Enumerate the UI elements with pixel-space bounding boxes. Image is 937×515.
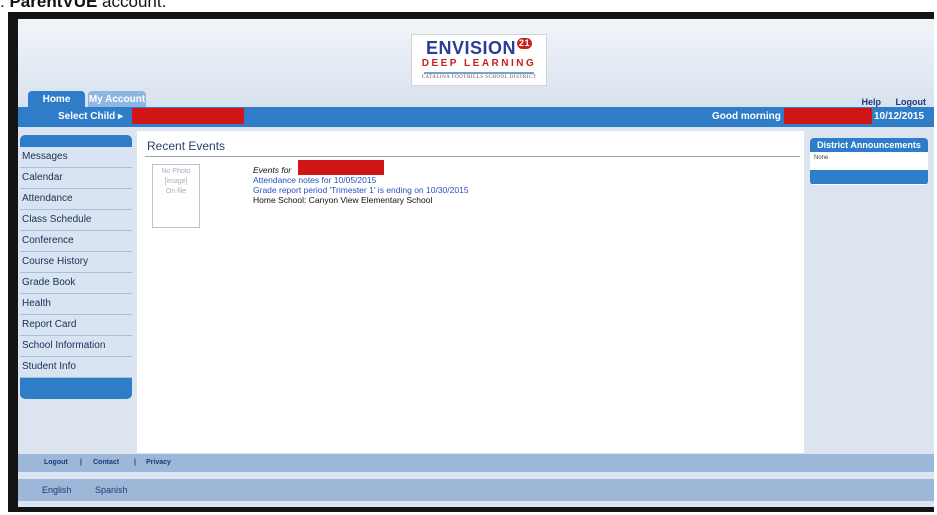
sidebar-item-school-information[interactable]: School Information	[20, 336, 132, 357]
greeting-text: Good morning	[712, 111, 781, 122]
sidebar-item-class-schedule[interactable]: Class Schedule	[20, 210, 132, 231]
recent-events-panel: Recent Events No Photo [image] On file E…	[137, 131, 804, 453]
footer-privacy-link[interactable]: Privacy	[146, 459, 171, 466]
footer-separator-2: |	[134, 459, 136, 466]
language-bar: English Spanish	[18, 479, 934, 501]
redacted-user-name	[784, 108, 872, 124]
sidebar-item-calendar[interactable]: Calendar	[20, 168, 132, 189]
event-home-school: Home School: Canyon View Elementary Scho…	[253, 195, 433, 205]
sidebar-item-student-info[interactable]: Student Info	[20, 357, 132, 378]
photo-line-1: No Photo	[161, 168, 191, 175]
sidebar-item-health[interactable]: Health	[20, 294, 132, 315]
panel-title: Recent Events	[147, 139, 226, 153]
sidebar-item-messages[interactable]: Messages	[20, 147, 132, 168]
logo-divider	[424, 72, 534, 74]
photo-line-2: [image]	[164, 178, 188, 185]
event-attendance-link[interactable]: Attendance notes for 10/05/2015	[253, 175, 469, 185]
announcements-footer	[810, 170, 928, 184]
select-child-link[interactable]: Select Child ▸	[58, 111, 123, 122]
logo-title: ENVISION	[425, 38, 516, 58]
redacted-student-name	[298, 160, 384, 175]
sidebar-list: Messages Calendar Attendance Class Sched…	[20, 147, 132, 378]
sidebar-nav: Messages Calendar Attendance Class Sched…	[20, 135, 132, 399]
footer-links: Logout | Contact | Privacy	[18, 454, 934, 472]
app-window: ENVISION 21 DEEP LEARNING CATALINA FOOTHI…	[18, 19, 934, 507]
top-links: Help Logout	[849, 97, 926, 107]
footer-separator-1: |	[80, 459, 82, 466]
announcements-title: District Announcements	[810, 138, 928, 152]
header: ENVISION 21 DEEP LEARNING CATALINA FOOTHI…	[18, 19, 934, 109]
logo-district: CATALINA FOOTHILLS SCHOOL DISTRICT	[421, 75, 537, 80]
logout-link[interactable]: Logout	[896, 97, 927, 107]
footer-contact-link[interactable]: Contact	[93, 459, 119, 466]
photo-line-3: On file	[165, 188, 187, 195]
sidebar-item-attendance[interactable]: Attendance	[20, 189, 132, 210]
student-photo-placeholder: No Photo [image] On file	[152, 164, 200, 228]
sidebar-item-report-card[interactable]: Report Card	[20, 315, 132, 336]
event-grade-report-link[interactable]: Grade report period 'Trimester 1' is end…	[253, 185, 469, 195]
caption-parentvue: ParentVUE	[9, 0, 98, 11]
student-bar: Select Child ▸ Good morning 10/12/2015	[18, 107, 934, 127]
footer-logout-link[interactable]: Logout	[44, 459, 68, 466]
title-divider	[145, 156, 800, 157]
district-announcements-box: District Announcements None	[810, 138, 928, 185]
logo-subtitle: DEEP LEARNING	[421, 58, 537, 69]
caption-text: : ParentVUE account.	[0, 0, 166, 12]
redacted-child-name	[132, 108, 244, 124]
envision21-logo: ENVISION 21 DEEP LEARNING CATALINA FOOTHI…	[411, 34, 547, 86]
sidebar-item-conference[interactable]: Conference	[20, 231, 132, 252]
language-spanish-link[interactable]: Spanish	[95, 485, 128, 495]
language-english-link[interactable]: English	[42, 485, 72, 495]
announcements-body: None	[814, 155, 829, 161]
current-date: 10/12/2015	[874, 111, 925, 122]
help-link[interactable]: Help	[861, 97, 881, 107]
sidebar-item-grade-book[interactable]: Grade Book	[20, 273, 132, 294]
logo-badge: 21	[517, 38, 533, 49]
sidebar-item-course-history[interactable]: Course History	[20, 252, 132, 273]
events-for-label: Events for	[253, 165, 292, 175]
